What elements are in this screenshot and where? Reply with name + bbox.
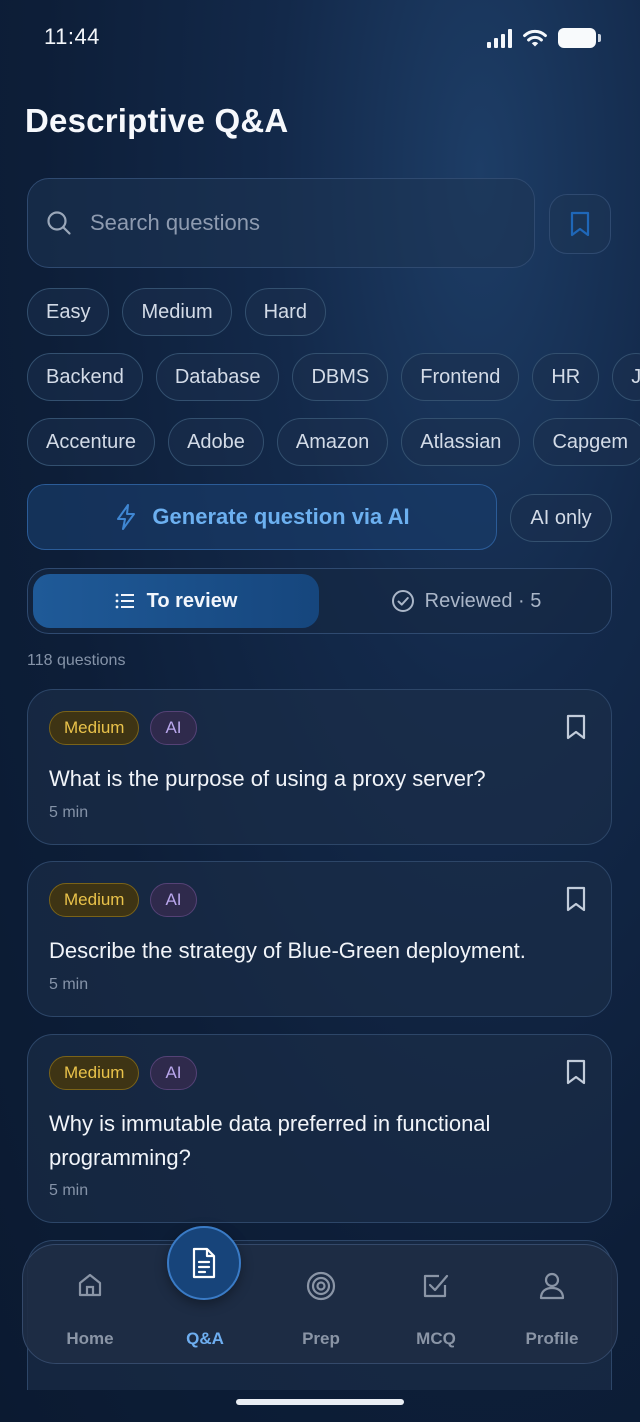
bookmark-icon[interactable] xyxy=(565,1059,587,1085)
chip-atlassian[interactable]: Atlassian xyxy=(401,418,521,466)
target-icon xyxy=(306,1271,336,1301)
generate-question-label: Generate question via AI xyxy=(152,504,410,529)
chip-dbms[interactable]: DBMS xyxy=(292,353,389,401)
chip-amazon[interactable]: Amazon xyxy=(276,418,389,466)
check-circle-icon xyxy=(391,590,414,612)
home-icon xyxy=(78,1273,102,1297)
difficulty-badge: Medium xyxy=(49,1056,140,1090)
difficulty-filter-row: Easy Medium Hard xyxy=(27,288,326,336)
nav-qa-label: Q&A xyxy=(186,1329,224,1348)
chip-hr[interactable]: HR xyxy=(532,353,600,401)
home-indicator[interactable] xyxy=(236,1399,404,1405)
nav-mcq-label: MCQ xyxy=(416,1329,456,1348)
bookmark-icon xyxy=(570,211,590,237)
chip-hard[interactable]: Hard xyxy=(244,288,326,336)
nav-prep[interactable]: Prep xyxy=(263,1245,379,1365)
question-card[interactable]: Medium AI What is the purpose of using a… xyxy=(27,689,612,845)
chip-database[interactable]: Database xyxy=(155,353,280,401)
nav-home[interactable]: Home xyxy=(32,1245,148,1365)
question-card[interactable]: Medium AI Describe the strategy of Blue-… xyxy=(27,861,612,1017)
question-duration: 5 min xyxy=(49,976,89,993)
lightning-icon xyxy=(117,504,136,530)
tab-reviewed-label: Reviewed · 5 xyxy=(424,589,542,612)
checkbox-icon xyxy=(423,1274,449,1298)
bottom-nav: Home Q&A Prep MCQ Profile xyxy=(22,1244,618,1364)
card-badges: Medium AI xyxy=(49,711,197,745)
ai-badge: AI xyxy=(150,1056,197,1090)
chip-frontend[interactable]: Frontend xyxy=(401,353,520,401)
chip-medium[interactable]: Medium xyxy=(122,288,232,336)
status-icons xyxy=(487,28,601,48)
search-box[interactable] xyxy=(27,178,535,268)
list-icon xyxy=(115,593,134,609)
bookmark-icon[interactable] xyxy=(565,714,587,740)
wifi-icon xyxy=(523,29,547,47)
nav-home-label: Home xyxy=(66,1329,114,1348)
card-badges: Medium AI xyxy=(49,1056,197,1090)
question-duration: 5 min xyxy=(49,1182,89,1199)
difficulty-badge: Medium xyxy=(49,883,140,917)
ai-badge: AI xyxy=(150,711,197,745)
chip-backend[interactable]: Backend xyxy=(27,353,143,401)
tab-to-review[interactable]: To review xyxy=(33,574,319,628)
tab-reviewed[interactable]: Reviewed · 5 xyxy=(324,574,608,628)
generate-question-button[interactable]: Generate question via AI xyxy=(27,484,497,550)
company-filter-row: Accenture Adobe Amazon Atlassian Capgem xyxy=(27,418,640,466)
search-icon xyxy=(47,211,71,235)
tab-to-review-label: To review xyxy=(146,589,238,612)
nav-mcq[interactable]: MCQ xyxy=(378,1245,494,1365)
review-tabs: To review Reviewed · 5 xyxy=(27,568,612,634)
topic-filter-row: Backend Database DBMS Frontend HR J xyxy=(27,353,640,401)
chip-j[interactable]: J xyxy=(612,353,640,401)
status-time: 11:44 xyxy=(44,24,100,49)
question-count: 118 questions xyxy=(27,652,126,669)
chip-adobe[interactable]: Adobe xyxy=(168,418,264,466)
nav-profile[interactable]: Profile xyxy=(494,1245,610,1365)
ai-only-toggle[interactable]: AI only xyxy=(510,494,612,542)
difficulty-badge: Medium xyxy=(49,711,140,745)
nav-profile-label: Profile xyxy=(525,1329,579,1348)
page-title: Descriptive Q&A xyxy=(25,102,289,139)
battery-icon xyxy=(558,28,601,48)
qa-fab-button[interactable] xyxy=(167,1226,241,1300)
question-duration: 5 min xyxy=(49,804,89,821)
nav-prep-label: Prep xyxy=(302,1329,340,1348)
chip-capgemini[interactable]: Capgem xyxy=(533,418,640,466)
question-card[interactable]: Medium AI Why is immutable data preferre… xyxy=(27,1034,612,1223)
signal-icon xyxy=(487,28,512,48)
bookmark-icon[interactable] xyxy=(565,886,587,912)
search-input[interactable] xyxy=(88,209,492,237)
question-title: What is the purpose of using a proxy ser… xyxy=(49,766,486,791)
ai-badge: AI xyxy=(150,883,197,917)
question-title: Why is immutable data preferred in funct… xyxy=(49,1111,491,1170)
chip-easy[interactable]: Easy xyxy=(27,288,110,336)
user-icon xyxy=(539,1272,565,1300)
question-title: Describe the strategy of Blue-Green depl… xyxy=(49,938,526,963)
card-badges: Medium AI xyxy=(49,883,197,917)
bookmark-filter-button[interactable] xyxy=(549,194,611,254)
chip-accenture[interactable]: Accenture xyxy=(27,418,156,466)
document-icon xyxy=(192,1247,216,1279)
